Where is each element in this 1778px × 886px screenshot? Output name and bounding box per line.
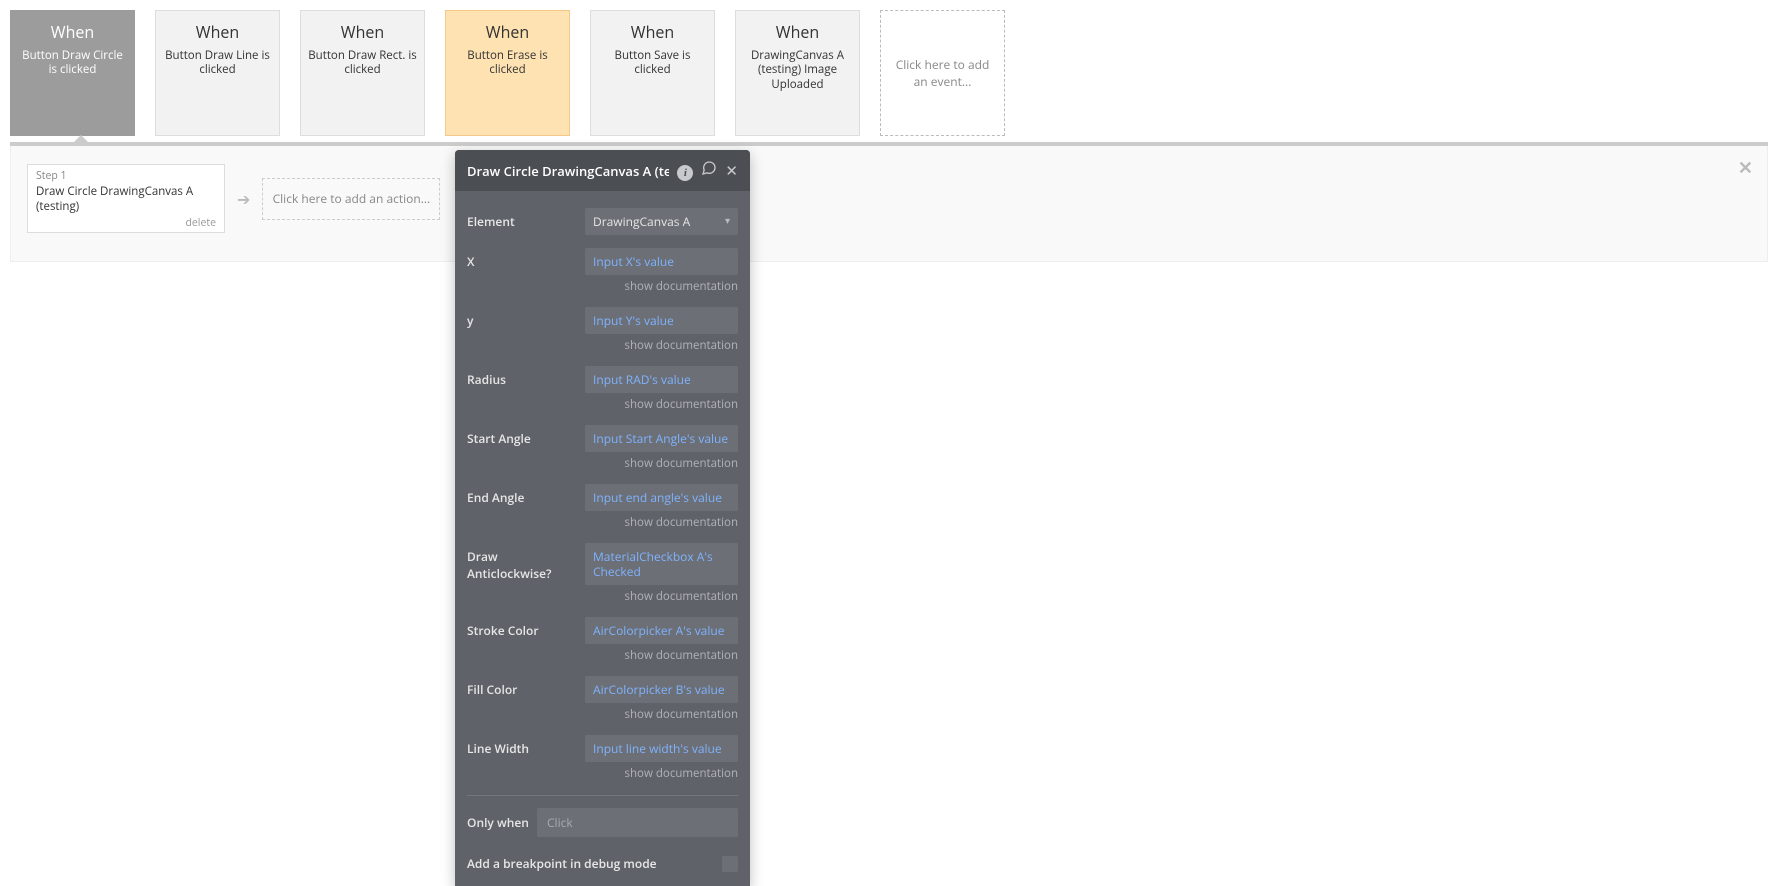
- radius-value-field[interactable]: Input RAD's value: [585, 366, 738, 393]
- show-documentation-link[interactable]: show documentation: [585, 766, 738, 781]
- anticlockwise-value-field[interactable]: MaterialCheckbox A's Checked: [585, 543, 738, 585]
- event-desc: DrawingCanvas A (testing) Image Uploaded: [742, 49, 853, 92]
- show-documentation-link[interactable]: show documentation: [585, 648, 738, 663]
- step-draw-circle[interactable]: Step 1 Draw Circle DrawingCanvas A (test…: [27, 164, 225, 233]
- breakpoint-row: Add a breakpoint in debug mode: [467, 841, 738, 878]
- y-value-field[interactable]: Input Y's value: [585, 307, 738, 334]
- event-card-draw-circle[interactable]: When Button Draw Circle is clicked: [10, 10, 135, 136]
- event-desc: Button Draw Rect. is clicked: [307, 49, 418, 78]
- show-documentation-link[interactable]: show documentation: [585, 515, 738, 530]
- event-when-label: When: [631, 21, 674, 43]
- property-row-stroke-color: Stroke Color AirColorpicker A's value sh…: [467, 604, 738, 663]
- event-when-label: When: [196, 21, 239, 43]
- step-delete-link[interactable]: delete: [36, 216, 216, 230]
- add-event-label: Click here to add an event...: [891, 56, 994, 90]
- stroke-color-value-field[interactable]: AirColorpicker A's value: [585, 617, 738, 644]
- events-row: When Button Draw Circle is clicked When …: [10, 10, 1768, 136]
- property-label: Line Width: [467, 735, 585, 757]
- property-row-y: y Input Y's value show documentation: [467, 294, 738, 353]
- property-panel-body: Element DrawingCanvas A X Input X's valu…: [455, 191, 750, 886]
- event-desc: Button Save is clicked: [597, 49, 708, 78]
- property-row-fill-color: Fill Color AirColorpicker B's value show…: [467, 663, 738, 722]
- x-value-field[interactable]: Input X's value: [585, 248, 738, 275]
- arrow-right-icon: ➔: [237, 188, 250, 210]
- property-row-element: Element DrawingCanvas A: [467, 195, 738, 235]
- property-label: Start Angle: [467, 425, 585, 447]
- event-card-draw-rect[interactable]: When Button Draw Rect. is clicked: [300, 10, 425, 136]
- event-when-label: When: [486, 21, 529, 43]
- only-when-row: Only when Click: [467, 795, 738, 841]
- workflow-editor: When Button Draw Circle is clicked When …: [0, 0, 1778, 272]
- show-documentation-link[interactable]: show documentation: [585, 338, 738, 353]
- property-row-anticlockwise: Draw Anticlockwise? MaterialCheckbox A's…: [467, 530, 738, 604]
- show-documentation-link[interactable]: show documentation: [585, 707, 738, 722]
- property-label: Draw Anticlockwise?: [467, 543, 585, 582]
- info-icon[interactable]: i: [677, 161, 693, 181]
- event-when-label: When: [776, 21, 819, 43]
- comment-icon[interactable]: [701, 160, 717, 181]
- show-documentation-link[interactable]: show documentation: [585, 589, 738, 604]
- event-desc: Button Draw Line is clicked: [162, 49, 273, 78]
- property-label: Fill Color: [467, 676, 585, 698]
- property-row-x: X Input X's value show documentation: [467, 235, 738, 294]
- close-steps-icon[interactable]: ✕: [1738, 156, 1753, 180]
- fill-color-value-field[interactable]: AirColorpicker B's value: [585, 676, 738, 703]
- property-label: End Angle: [467, 484, 585, 506]
- property-label: y: [467, 307, 585, 329]
- line-width-value-field[interactable]: Input line width's value: [585, 735, 738, 762]
- event-when-label: When: [51, 21, 94, 43]
- step-title: Draw Circle DrawingCanvas A (testing): [36, 184, 216, 214]
- step-number-label: Step 1: [36, 169, 216, 183]
- event-card-draw-line[interactable]: When Button Draw Line is clicked: [155, 10, 280, 136]
- property-row-start-angle: Start Angle Input Start Angle's value sh…: [467, 412, 738, 471]
- close-icon[interactable]: ✕: [725, 161, 738, 181]
- property-panel-title: Draw Circle DrawingCanvas A (te: [467, 162, 669, 180]
- add-event-card[interactable]: Click here to add an event...: [880, 10, 1005, 136]
- property-row-end-angle: End Angle Input end angle's value show d…: [467, 471, 738, 530]
- show-documentation-link[interactable]: show documentation: [585, 279, 738, 294]
- property-row-line-width: Line Width Input line width's value show…: [467, 722, 738, 781]
- property-label: Radius: [467, 366, 585, 388]
- event-desc: Button Erase is clicked: [452, 49, 563, 78]
- event-when-label: When: [341, 21, 384, 43]
- breakpoint-checkbox[interactable]: [722, 856, 738, 872]
- breakpoint-label: Add a breakpoint in debug mode: [467, 855, 722, 872]
- property-panel-header[interactable]: Draw Circle DrawingCanvas A (te i ✕: [455, 150, 750, 191]
- steps-row: Step 1 Draw Circle DrawingCanvas A (test…: [10, 146, 1768, 262]
- event-arrow-connector: [73, 135, 89, 143]
- property-label: Element: [467, 208, 585, 230]
- property-panel: Draw Circle DrawingCanvas A (te i ✕ Elem…: [455, 150, 750, 886]
- add-action-box[interactable]: Click here to add an action...: [262, 178, 440, 220]
- add-action-label: Click here to add an action...: [273, 190, 431, 207]
- show-documentation-link[interactable]: show documentation: [585, 397, 738, 412]
- element-select[interactable]: DrawingCanvas A: [585, 208, 738, 235]
- property-label: Stroke Color: [467, 617, 585, 639]
- only-when-field[interactable]: Click: [537, 808, 738, 837]
- event-card-erase[interactable]: When Button Erase is clicked: [445, 10, 570, 136]
- start-angle-value-field[interactable]: Input Start Angle's value: [585, 425, 738, 452]
- end-angle-value-field[interactable]: Input end angle's value: [585, 484, 738, 511]
- show-documentation-link[interactable]: show documentation: [585, 456, 738, 471]
- event-desc: Button Draw Circle is clicked: [17, 49, 128, 78]
- only-when-label: Only when: [467, 814, 537, 831]
- event-card-save[interactable]: When Button Save is clicked: [590, 10, 715, 136]
- property-label: X: [467, 248, 585, 270]
- property-row-radius: Radius Input RAD's value show documentat…: [467, 353, 738, 412]
- event-card-image-uploaded[interactable]: When DrawingCanvas A (testing) Image Upl…: [735, 10, 860, 136]
